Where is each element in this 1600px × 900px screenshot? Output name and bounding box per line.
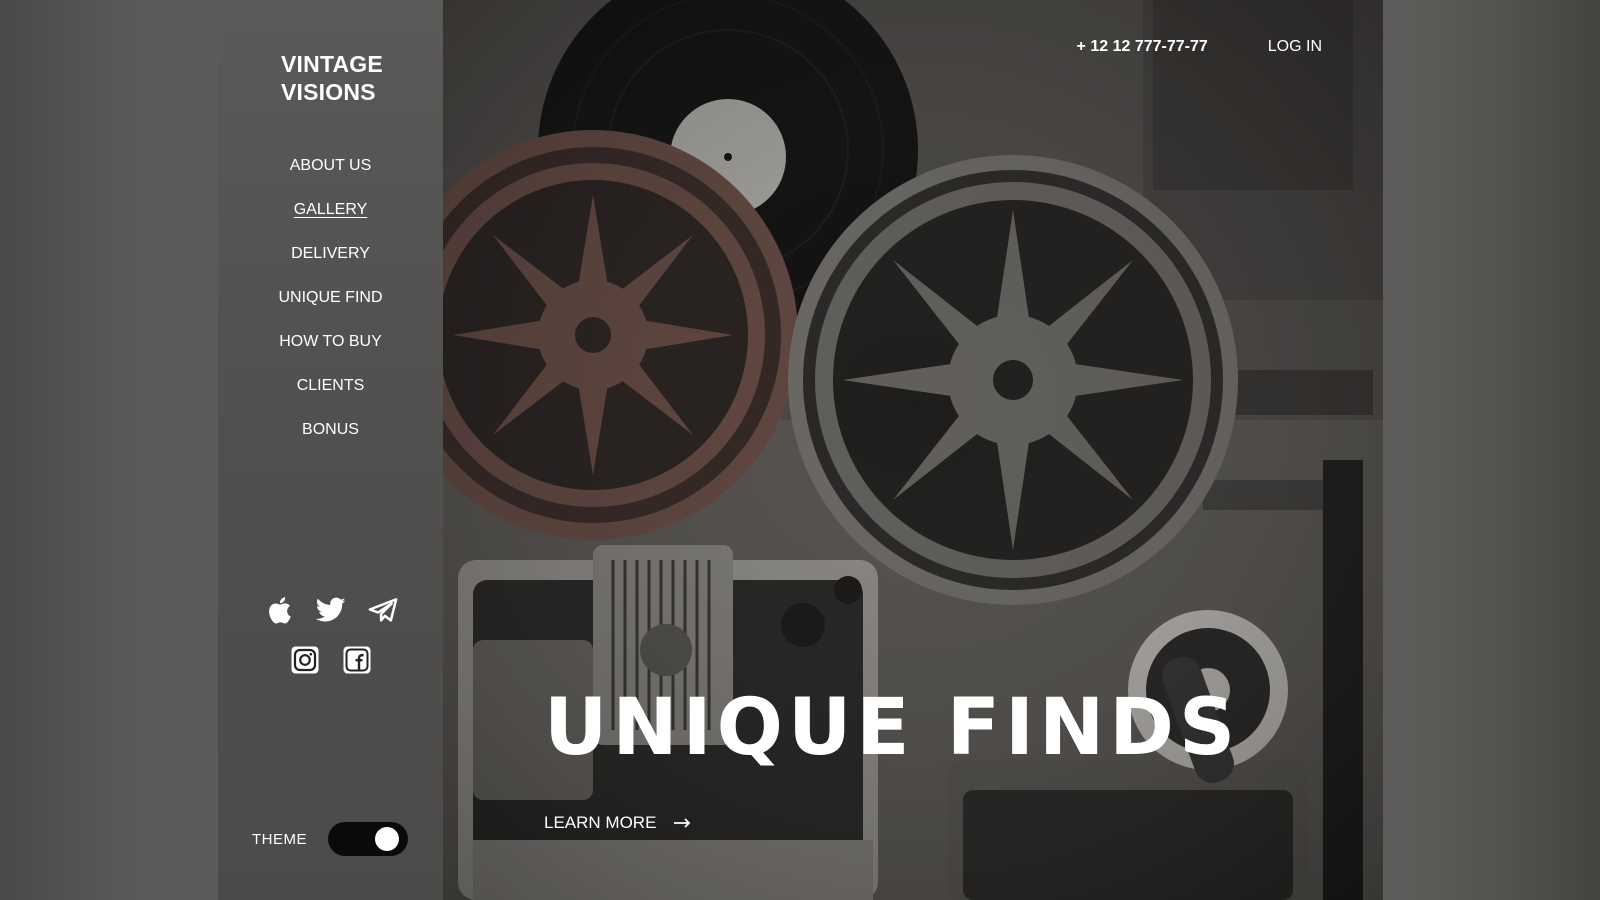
theme-label: THEME [252, 830, 307, 848]
nav-link-clients[interactable]: CLIENTS [297, 374, 365, 396]
hero-section: + 12 12 777-77-77 LOG IN UNIQUE FINDS LE… [443, 0, 1383, 900]
nav-link-about-us[interactable]: ABOUT US [290, 154, 372, 176]
theme-toggle-knob [375, 827, 399, 851]
nav-link-delivery[interactable]: DELIVERY [291, 242, 370, 264]
learn-more-link[interactable]: LEARN MORE [544, 813, 692, 833]
social-row-bottom [218, 635, 443, 685]
login-link[interactable]: LOG IN [1268, 38, 1322, 56]
nav-link-unique-find[interactable]: UNIQUE FIND [279, 286, 383, 308]
nav-item-how-to-buy: HOW TO BUY [218, 330, 443, 374]
facebook-icon[interactable] [342, 645, 372, 675]
telegram-icon[interactable] [368, 595, 398, 625]
hero-headline: UNIQUE FINDS [544, 683, 1241, 773]
nav-link-how-to-buy[interactable]: HOW TO BUY [279, 330, 382, 352]
twitter-icon[interactable] [315, 595, 346, 625]
logo[interactable]: VINTAGE VISIONS [281, 50, 383, 106]
arrow-right-icon [674, 818, 692, 828]
sidebar: VINTAGE VISIONS ABOUT US GALLERY DELIVER… [218, 0, 443, 900]
theme-toggle[interactable] [328, 822, 408, 856]
logo-line-1: VINTAGE [281, 51, 383, 77]
main-nav: ABOUT US GALLERY DELIVERY UNIQUE FIND HO… [218, 154, 443, 462]
nav-link-bonus[interactable]: BONUS [302, 418, 359, 440]
theme-switcher: THEME [252, 822, 408, 856]
nav-item-gallery: GALLERY [218, 198, 443, 242]
logo-line-2: VISIONS [281, 79, 376, 105]
top-bar: + 12 12 777-77-77 LOG IN [1077, 38, 1322, 56]
phone-number-link[interactable]: + 12 12 777-77-77 [1077, 38, 1208, 56]
nav-link-gallery[interactable]: GALLERY [294, 198, 368, 220]
nav-item-clients: CLIENTS [218, 374, 443, 418]
nav-item-about-us: ABOUT US [218, 154, 443, 198]
social-row-top [218, 585, 443, 635]
social-links [218, 585, 443, 685]
apple-icon[interactable] [264, 595, 294, 625]
nav-item-unique-find: UNIQUE FIND [218, 286, 443, 330]
nav-item-delivery: DELIVERY [218, 242, 443, 286]
instagram-icon[interactable] [290, 645, 320, 675]
learn-more-label: LEARN MORE [544, 813, 657, 832]
nav-item-bonus: BONUS [218, 418, 443, 462]
